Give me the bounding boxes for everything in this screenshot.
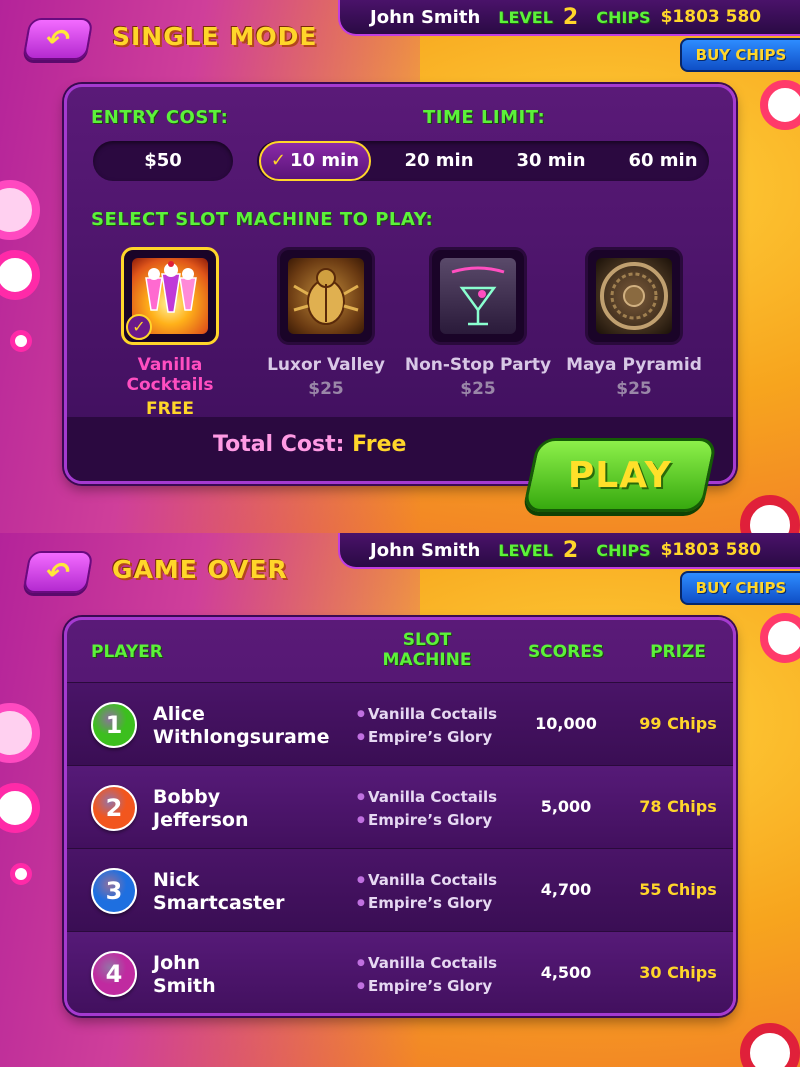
slot-card-maya-pyramid[interactable]: Maya Pyramid $25 bbox=[559, 247, 709, 399]
header-slot-machine: SLOT MACHINE bbox=[382, 630, 472, 670]
slot-name: Luxor Valley bbox=[267, 355, 385, 375]
decor-circle bbox=[760, 613, 800, 663]
time-option-60[interactable]: 60 min bbox=[607, 141, 719, 181]
slot-list: Vanilla CoctailsEmpire’s Glory bbox=[357, 869, 497, 915]
slot-list: Vanilla CoctailsEmpire’s Glory bbox=[357, 786, 497, 832]
back-button[interactable]: ↶ bbox=[22, 551, 94, 593]
table-row: 4 JohnSmith Vanilla CoctailsEmpire’s Glo… bbox=[67, 931, 733, 1013]
time-option-30[interactable]: 30 min bbox=[495, 141, 607, 181]
prize: 30 Chips bbox=[639, 963, 717, 982]
decor-circle bbox=[740, 495, 800, 533]
table-row: 1 AliceWithlongsurame Vanilla CoctailsEm… bbox=[67, 682, 733, 765]
buy-chips-button[interactable]: BUY CHIPS bbox=[680, 571, 800, 605]
prize: 55 Chips bbox=[639, 880, 717, 899]
rank-badge: 4 bbox=[91, 951, 137, 997]
rank-badge: 3 bbox=[91, 868, 137, 914]
decor-circle bbox=[10, 863, 32, 885]
chips-value: $1803 580 bbox=[660, 7, 762, 27]
maya-art bbox=[600, 262, 668, 330]
user-name: John Smith bbox=[370, 539, 481, 561]
entry-cost-label: ENTRY COST: bbox=[91, 107, 229, 128]
decor-circle bbox=[760, 80, 800, 130]
level-value: 2 bbox=[562, 537, 579, 563]
time-limit-label: TIME LIMIT: bbox=[423, 107, 546, 128]
player-name: Alice Withlongsurame bbox=[153, 703, 330, 748]
page-title: GAME OVER bbox=[112, 555, 288, 584]
player-name: Nick Smartcaster bbox=[153, 869, 285, 914]
level-label: LEVEL bbox=[498, 7, 553, 27]
slot-card-vanilla-cocktails[interactable]: ✓ Vanilla Cocktails FREE bbox=[95, 247, 245, 419]
player-name: Bobby Jefferson bbox=[153, 786, 249, 831]
user-bar: John Smith LEVEL 2 CHIPS $1803 580 bbox=[338, 533, 800, 569]
user-bar: John Smith LEVEL 2 CHIPS $1803 580 bbox=[338, 0, 800, 36]
header-prize: PRIZE bbox=[650, 642, 706, 662]
header-player: PLAYER bbox=[91, 642, 163, 662]
time-option-10[interactable]: ✓ 10 min bbox=[259, 141, 371, 181]
slot-name: Vanilla Cocktails bbox=[126, 355, 214, 395]
slot-name: Maya Pyramid bbox=[566, 355, 702, 375]
level-value: 2 bbox=[562, 4, 579, 30]
slot-card-non-stop-party[interactable]: Non-Stop Party $25 bbox=[403, 247, 553, 399]
results-table-header: PLAYER SLOT MACHINE SCORES PRIZE bbox=[67, 620, 733, 682]
selected-check-icon: ✓ bbox=[126, 314, 152, 340]
results-panel: PLAYER SLOT MACHINE SCORES PRIZE 1 Alice… bbox=[64, 617, 736, 1016]
maya-calendar-icon[interactable] bbox=[585, 247, 683, 345]
party-icon[interactable] bbox=[429, 247, 527, 345]
cocktails-icon[interactable]: ✓ bbox=[121, 247, 219, 345]
slot-list: Vanilla CoctailsEmpire’s Glory bbox=[357, 703, 497, 749]
score: 5,000 bbox=[540, 797, 592, 816]
chips-label: CHIPS bbox=[596, 540, 651, 560]
check-icon: ✓ bbox=[270, 150, 287, 171]
decor-circle bbox=[740, 1023, 800, 1067]
party-art bbox=[451, 266, 505, 326]
score: 4,500 bbox=[540, 963, 592, 982]
header-scores: SCORES bbox=[527, 642, 605, 662]
prize: 99 Chips bbox=[639, 714, 717, 733]
prize: 78 Chips bbox=[639, 797, 717, 816]
play-button[interactable]: PLAY bbox=[522, 438, 718, 512]
player-name: John Smith bbox=[153, 952, 216, 997]
page-title: SINGLE MODE bbox=[112, 22, 318, 51]
total-cost-value: Free bbox=[352, 432, 407, 457]
score: 10,000 bbox=[535, 714, 597, 733]
slot-name: Non-Stop Party bbox=[404, 355, 552, 375]
slot-price: $25 bbox=[616, 379, 652, 399]
select-slot-label: SELECT SLOT MACHINE TO PLAY: bbox=[91, 209, 434, 230]
chips-label: CHIPS bbox=[596, 7, 651, 27]
slot-price: FREE bbox=[146, 399, 194, 419]
scarab-icon[interactable] bbox=[277, 247, 375, 345]
single-mode-panel: ENTRY COST: TIME LIMIT: $50 ✓ 10 min 20 m… bbox=[64, 84, 736, 484]
scarab-art bbox=[293, 268, 359, 325]
results-rows: 1 AliceWithlongsurame Vanilla CoctailsEm… bbox=[67, 682, 733, 1013]
table-row: 2 BobbyJefferson Vanilla CoctailsEmpire’… bbox=[67, 765, 733, 848]
back-button[interactable]: ↶ bbox=[22, 18, 94, 60]
buy-chips-button[interactable]: BUY CHIPS bbox=[680, 38, 800, 72]
chips-value: $1803 580 bbox=[660, 540, 762, 560]
slot-price: $25 bbox=[308, 379, 344, 399]
rank-badge: 2 bbox=[91, 785, 137, 831]
time-option-20[interactable]: 20 min bbox=[383, 141, 495, 181]
level-label: LEVEL bbox=[498, 540, 553, 560]
table-row: 3 NickSmartcaster Vanilla CoctailsEmpire… bbox=[67, 848, 733, 931]
back-arrow-icon: ↶ bbox=[43, 22, 73, 56]
score: 4,700 bbox=[540, 880, 592, 899]
single-mode-screen: ↶ SINGLE MODE John Smith LEVEL 2 CHIPS $… bbox=[0, 0, 800, 533]
total-cost-label: Total Cost: bbox=[213, 432, 345, 457]
back-arrow-icon: ↶ bbox=[43, 555, 73, 589]
rank-badge: 1 bbox=[91, 702, 137, 748]
user-name: John Smith bbox=[370, 6, 481, 28]
decor-circle bbox=[10, 330, 32, 352]
total-cost: Total Cost: Free bbox=[213, 432, 406, 457]
slot-list: Vanilla CoctailsEmpire’s Glory bbox=[357, 952, 497, 998]
slot-card-luxor-valley[interactable]: Luxor Valley $25 bbox=[251, 247, 401, 399]
entry-cost-value[interactable]: $50 bbox=[93, 141, 233, 181]
slot-price: $25 bbox=[460, 379, 496, 399]
